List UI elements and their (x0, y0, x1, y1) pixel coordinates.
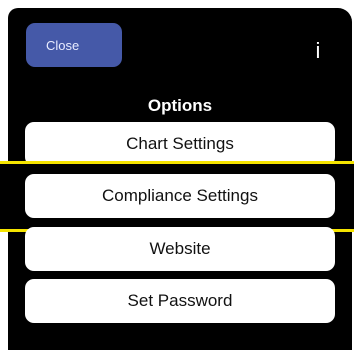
compliance-settings-label: Compliance Settings (102, 186, 258, 205)
chart-settings-label: Chart Settings (126, 134, 234, 153)
chart-settings-button[interactable]: Chart Settings (25, 122, 335, 166)
options-title: Options (147, 96, 213, 115)
close-button[interactable]: Close (26, 23, 122, 67)
highlight-line-top (0, 161, 354, 164)
website-button[interactable]: Website (25, 227, 335, 271)
compliance-settings-button[interactable]: Compliance Settings (25, 174, 335, 218)
website-label: Website (149, 239, 211, 258)
set-password-label: Set Password (127, 291, 233, 310)
info-icon[interactable]: i (306, 36, 330, 66)
set-password-button[interactable]: Set Password (25, 279, 335, 323)
